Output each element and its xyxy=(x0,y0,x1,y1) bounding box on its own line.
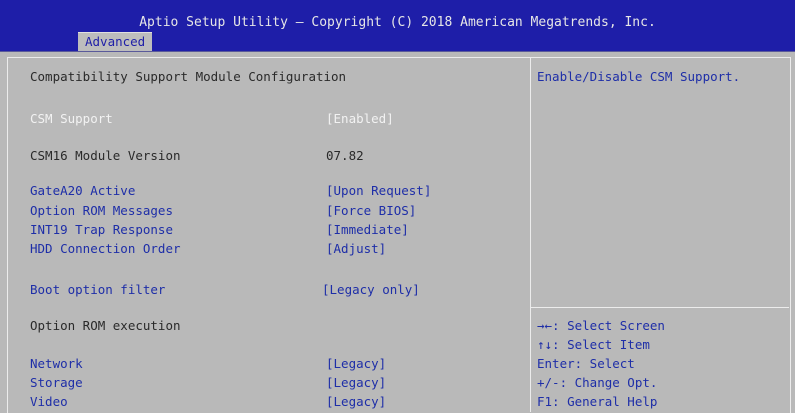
title-bar: Aptio Setup Utility – Copyright (C) 2018… xyxy=(0,0,795,52)
tab-advanced[interactable]: Advanced xyxy=(78,32,153,51)
help-divider xyxy=(531,307,789,308)
video-label: Video xyxy=(30,394,68,409)
app-title: Aptio Setup Utility – Copyright (C) 2018… xyxy=(139,15,656,30)
network-label: Network xyxy=(30,356,83,371)
csm-support-label: CSM Support xyxy=(30,111,113,126)
section-title: Compatibility Support Module Configurati… xyxy=(30,69,347,84)
key-hint-select-item: ↑↓: Select Item xyxy=(537,337,650,352)
gatea20-value[interactable]: [Upon Request] xyxy=(326,183,431,199)
csm-support-value[interactable]: [Enabled] xyxy=(326,111,394,127)
storage-value[interactable]: [Legacy] xyxy=(326,375,386,391)
boot-filter-label: Boot option filter xyxy=(30,282,166,297)
hdd-order-value[interactable]: [Adjust] xyxy=(326,241,386,257)
video-value[interactable]: [Legacy] xyxy=(326,394,386,410)
option-rom-heading: Option ROM execution xyxy=(30,318,181,333)
csm16-version-label: CSM16 Module Version xyxy=(30,148,181,163)
csm16-version-value: 07.82 xyxy=(326,148,364,163)
key-hint-general-help: F1: General Help xyxy=(537,394,658,409)
storage-label: Storage xyxy=(30,375,83,390)
network-value[interactable]: [Legacy] xyxy=(326,356,386,372)
key-hint-enter: Enter: Select xyxy=(537,356,635,371)
option-rom-messages-value[interactable]: [Force BIOS] xyxy=(326,203,416,219)
option-rom-messages-label: Option ROM Messages xyxy=(30,203,173,218)
int19-label: INT19 Trap Response xyxy=(30,222,173,237)
gatea20-label: GateA20 Active xyxy=(30,183,136,198)
int19-value[interactable]: [Immediate] xyxy=(326,222,409,238)
key-hint-change-opt: +/-: Change Opt. xyxy=(537,375,658,390)
key-hint-select-screen: →←: Select Screen xyxy=(537,318,665,333)
panel-divider xyxy=(530,57,531,412)
boot-filter-value[interactable]: [Legacy only] xyxy=(322,282,420,298)
help-description: Enable/Disable CSM Support. xyxy=(537,69,741,84)
hdd-order-label: HDD Connection Order xyxy=(30,241,181,256)
